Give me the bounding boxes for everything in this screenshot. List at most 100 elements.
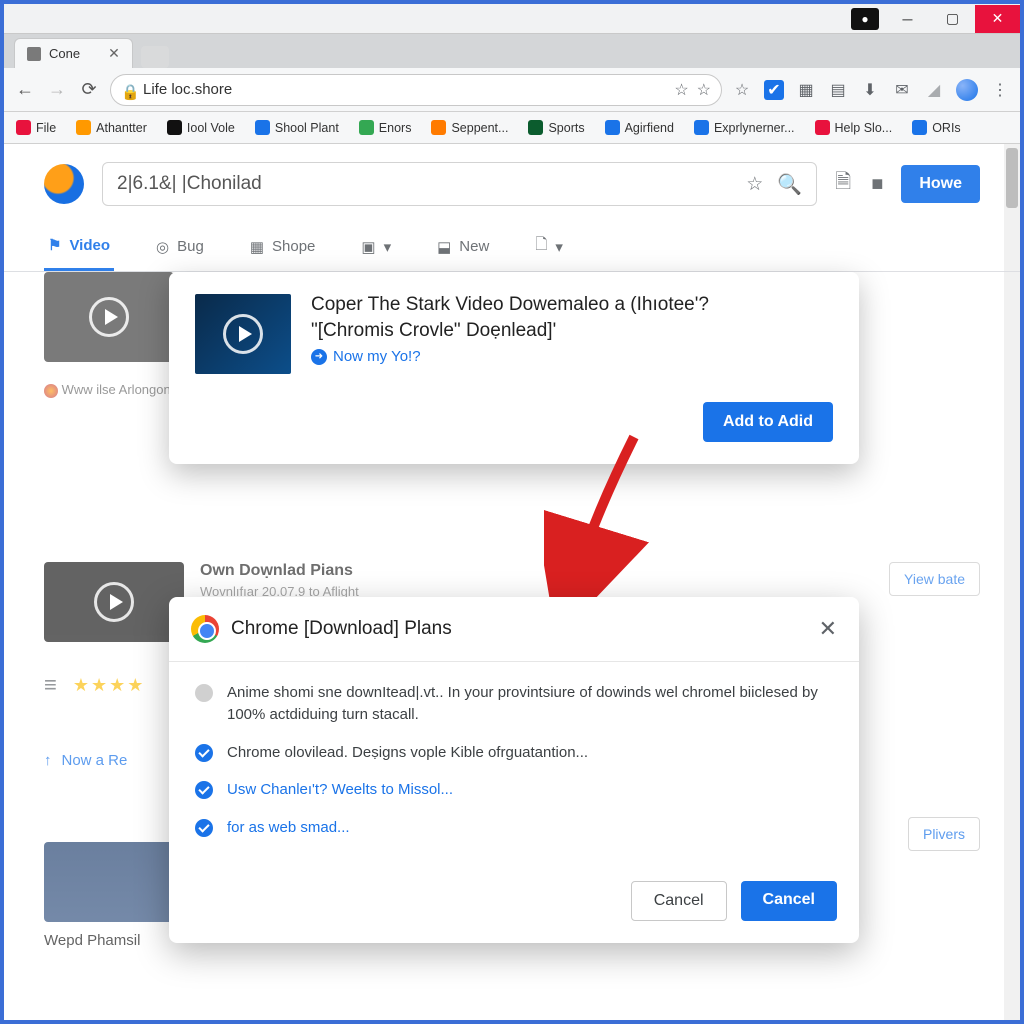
view-button[interactable]: Yiew bate <box>889 562 980 596</box>
dialog2-item: Usw Chanleı't? Weelts to Missol... <box>195 779 833 801</box>
grid2-icon[interactable]: ▤ <box>828 80 848 100</box>
new-tab-button[interactable] <box>141 46 169 68</box>
maximize-button[interactable]: ▢ <box>930 5 975 33</box>
bookmark-label: File <box>36 121 56 135</box>
bookmark-label: Agirfiend <box>625 121 674 135</box>
dialog-subtitle[interactable]: ➜ Now my Yo!? <box>311 348 833 365</box>
search-icon[interactable]: 🔍 <box>777 172 802 197</box>
bookmark-icon <box>167 120 182 135</box>
bullet-icon <box>195 684 213 702</box>
bookmark-item[interactable]: Shool Plant <box>255 120 339 135</box>
tab-video[interactable]: ⚑Video <box>44 224 114 271</box>
profile-avatar[interactable] <box>956 79 978 101</box>
bookmark-item[interactable]: Athantter <box>76 120 147 135</box>
add-to-button[interactable]: Add to Adid <box>703 402 833 442</box>
bookmark-item[interactable]: Exprlynerner... <box>694 120 795 135</box>
dialog2-item: Anime shomi sne downItead|.vt.. In your … <box>195 682 833 726</box>
howe-button[interactable]: Howe <box>901 165 980 203</box>
bookmark-icon <box>16 120 31 135</box>
dialog-title-line1: Coper The Stark Video Dowemaleo a (Ihıot… <box>311 294 833 316</box>
tab-bug[interactable]: ◎ Bug <box>152 224 208 271</box>
bookmark-item[interactable]: Seppent... <box>431 120 508 135</box>
tab-dropdown-1[interactable]: ▣▾ <box>357 224 395 271</box>
tab-label: Bug <box>177 238 204 255</box>
bookmark-icon <box>528 120 543 135</box>
bookmark-item[interactable]: File <box>16 120 56 135</box>
minimize-button[interactable]: ─ <box>885 5 930 33</box>
bookmark-icon <box>815 120 830 135</box>
close-dialog-button[interactable]: ✕ <box>819 616 837 642</box>
cancel-primary-button[interactable]: Cancel <box>741 881 837 921</box>
grid-icon: ▦ <box>250 238 264 256</box>
dialog-title-line2: "[Chromis Crovle" Doẹnlead]' <box>311 320 833 342</box>
tab-dropdown-2[interactable]: 🗋▾ <box>531 224 567 271</box>
square-icon[interactable]: ■ <box>871 173 883 196</box>
chrome-icon <box>191 615 219 643</box>
bookmark-item[interactable]: Agirfiend <box>605 120 674 135</box>
toolbar-icons: ☆ ✔ ▦ ▤ ⬇ ✉ ◢ ⋮ <box>732 79 1010 101</box>
bookmark-label: Enors <box>379 121 412 135</box>
bookmarks-bar: File Athantter Iool Vole Shool Plant Enors Se… <box>4 112 1020 144</box>
extension-icon[interactable]: ✔ <box>764 80 784 100</box>
dialog2-item: for as web smad... <box>195 817 833 839</box>
back-button[interactable]: ← <box>14 79 36 101</box>
menu-icon[interactable]: ⋮ <box>990 80 1010 100</box>
result-title: Own Doẉnlad Pians <box>200 562 873 580</box>
rating-stars: ★★★★ <box>73 675 146 696</box>
bookmark-item[interactable]: ORIs <box>912 120 960 135</box>
bookmark-item[interactable]: Enors <box>359 120 412 135</box>
address-bar[interactable]: 🔒 Life loc.shore ☆ ☆ <box>110 74 722 106</box>
wifi-icon[interactable]: ◢ <box>924 80 944 100</box>
play-icon <box>89 297 129 337</box>
check-icon <box>195 781 213 799</box>
bookmark-item[interactable]: Sports <box>528 120 584 135</box>
target-icon: ◎ <box>156 238 169 256</box>
dialog2-title: Chrome [Download] Plans <box>231 618 807 640</box>
bookmark-icon <box>255 120 270 135</box>
dialog2-item-text[interactable]: for as web smad... <box>227 817 350 839</box>
tab-new[interactable]: ⬓New <box>433 224 493 271</box>
bookmark-label: Iool Vole <box>187 121 235 135</box>
menu-icon[interactable]: ≡ <box>44 672 57 698</box>
browser-tab[interactable]: Cone ✕ <box>14 38 133 68</box>
favicon-icon <box>27 47 41 61</box>
cancel-button[interactable]: Cancel <box>631 881 727 921</box>
star-icon-2[interactable]: ☆ <box>697 80 711 100</box>
info-icon: ➜ <box>311 349 327 365</box>
dialog2-item-text: Chrome olovilead. Deṣigns vople Kible of… <box>227 742 588 764</box>
tab-shope[interactable]: ▦Shope <box>246 224 320 271</box>
download-icon[interactable]: ⬇ <box>860 80 880 100</box>
close-tab-button[interactable]: ✕ <box>108 45 120 62</box>
forward-button[interactable]: → <box>46 79 68 101</box>
video-thumbnail[interactable] <box>44 272 174 362</box>
star-in-search-icon[interactable]: ☆ <box>746 173 763 196</box>
reload-button[interactable]: ⟳ <box>78 79 100 101</box>
link-text[interactable]: Now a Re <box>62 752 128 769</box>
grid-icon[interactable]: ▦ <box>796 80 816 100</box>
video-thumbnail[interactable] <box>44 842 184 922</box>
bookmark-item[interactable]: Iool Vole <box>167 120 235 135</box>
close-window-button[interactable]: ✕ <box>975 5 1020 33</box>
star-icon[interactable]: ☆ <box>674 80 688 100</box>
doc-icon[interactable]: 🗎 <box>835 167 851 201</box>
chrome-download-plans-dialog: Chrome [Download] Plans ✕ Anime shomi sn… <box>169 597 859 943</box>
down-icon: ⬓ <box>437 238 451 256</box>
tab-label: Video <box>69 237 110 254</box>
url-text: Life loc.shore <box>143 81 232 98</box>
star-toolbar-icon[interactable]: ☆ <box>732 80 752 100</box>
dialog-subtitle-text: Now my Yo!? <box>333 348 421 365</box>
up-arrow-icon: ↑ <box>44 752 52 769</box>
toolbar: ← → ⟳ 🔒 Life loc.shore ☆ ☆ ☆ ✔ ▦ ▤ ⬇ ✉ ◢… <box>4 68 1020 112</box>
site-search-input[interactable]: 2|6.1&| |Chonilad ☆ 🔍 <box>102 162 817 206</box>
site-logo-icon[interactable] <box>44 164 84 204</box>
bookmark-item[interactable]: Help Slo... <box>815 120 893 135</box>
video-thumbnail[interactable] <box>44 562 184 642</box>
mail-icon[interactable]: ✉ <box>892 80 912 100</box>
dialog2-item-text[interactable]: Usw Chanleı't? Weelts to Missol... <box>227 779 453 801</box>
bookmark-icon <box>359 120 374 135</box>
bookmark-icon <box>76 120 91 135</box>
window-titlebar: ● ─ ▢ ✕ <box>4 4 1020 34</box>
tab-title: Cone <box>49 46 80 61</box>
exit-icon: ▣ <box>361 238 375 256</box>
bookmark-icon <box>605 120 620 135</box>
